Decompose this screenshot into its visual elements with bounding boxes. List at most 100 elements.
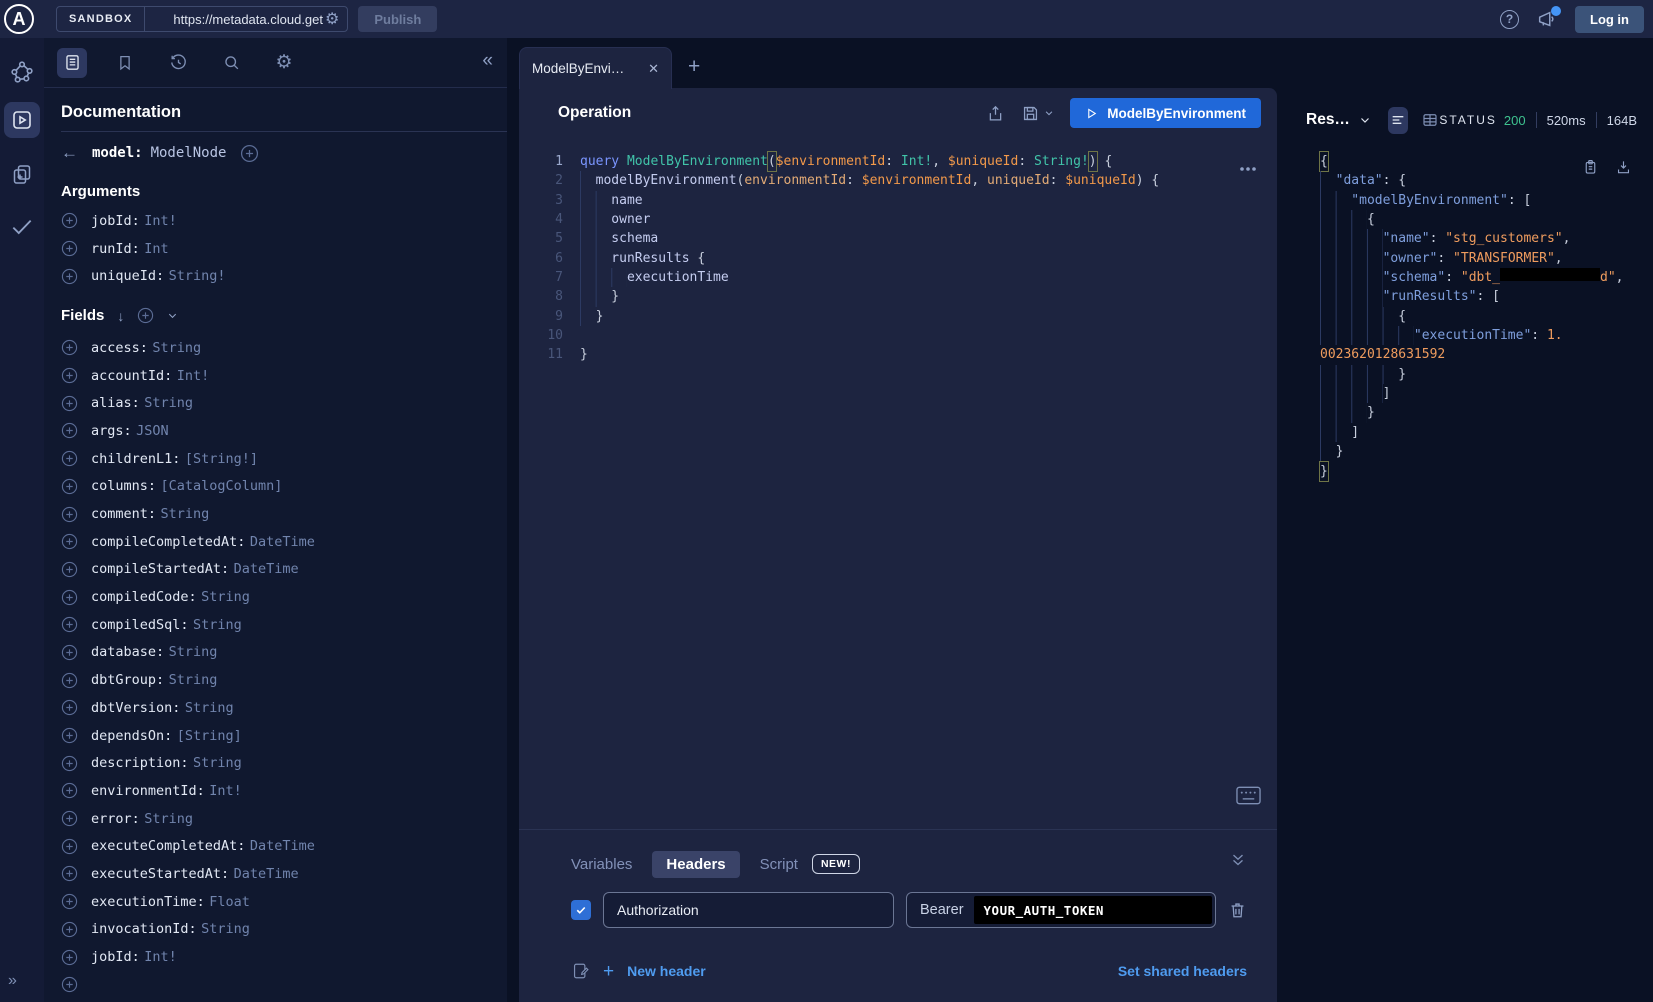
doc-field-row[interactable]: dbtGroup: String	[61, 666, 507, 694]
endpoint-settings-gear-icon[interactable]: ⚙	[323, 9, 347, 29]
doc-field-row[interactable]: dependsOn: [String]	[61, 722, 507, 750]
add-field-icon[interactable]	[61, 240, 78, 257]
documentation-tab-icon[interactable]	[57, 48, 87, 78]
doc-field-row[interactable]: invocationId: String	[61, 916, 507, 944]
doc-field-row[interactable]: compileCompletedAt: DateTime	[61, 528, 507, 556]
field-type-link[interactable]: Int!	[144, 949, 177, 965]
keyboard-shortcuts-icon[interactable]	[1236, 786, 1261, 805]
add-field-icon[interactable]	[61, 672, 78, 689]
share-operation-icon[interactable]	[986, 104, 1005, 123]
field-type-link[interactable]: String	[144, 395, 193, 411]
collapse-request-section-icon[interactable]	[1229, 851, 1247, 869]
doc-field-row[interactable]: executeStartedAt: DateTime	[61, 860, 507, 888]
add-field-icon[interactable]	[61, 422, 78, 439]
add-field-icon[interactable]	[61, 865, 78, 882]
tab-headers[interactable]: Headers	[652, 851, 739, 878]
field-type-link[interactable]: DateTime	[250, 838, 315, 854]
response-dropdown-chevron-icon[interactable]	[1359, 114, 1371, 126]
schema-graph-icon[interactable]	[4, 54, 40, 90]
publish-button[interactable]: Publish	[358, 6, 437, 32]
bookmarks-icon[interactable]	[110, 48, 140, 78]
field-type-link[interactable]: String	[152, 340, 201, 356]
auth-token-value[interactable]: YOUR_AUTH_TOKEN	[974, 896, 1212, 924]
field-type-link[interactable]: DateTime	[234, 866, 299, 882]
field-type-link[interactable]: JSON	[136, 423, 169, 439]
field-type-link[interactable]: Int!	[144, 213, 177, 229]
field-type-link[interactable]: String	[185, 700, 234, 716]
checks-icon[interactable]	[4, 208, 40, 244]
add-field-icon[interactable]	[61, 616, 78, 633]
editor-options-icon[interactable]	[1239, 166, 1257, 172]
field-type-link[interactable]: String	[160, 506, 209, 522]
help-icon[interactable]: ?	[1500, 10, 1519, 29]
tab-script[interactable]: Script	[760, 856, 798, 873]
header-name-input[interactable]: Authorization	[603, 892, 894, 928]
doc-field-row[interactable]: access: String	[61, 334, 507, 362]
field-type-link[interactable]: DateTime	[250, 534, 315, 550]
add-all-fields-icon[interactable]	[240, 144, 259, 163]
save-options-chevron-icon[interactable]	[1044, 108, 1054, 118]
header-value-input[interactable]: Bearer YOUR_AUTH_TOKEN	[906, 892, 1216, 928]
add-field-icon[interactable]	[61, 506, 78, 523]
field-type-link[interactable]: Int!	[177, 368, 210, 384]
doc-field-row[interactable]: comment: String	[61, 500, 507, 528]
add-field-icon[interactable]	[61, 339, 78, 356]
field-type-link[interactable]: String	[169, 672, 218, 688]
doc-field-row[interactable]: columns: [CatalogColumn]	[61, 473, 507, 501]
collapse-panel-icon[interactable]: «	[482, 50, 493, 72]
save-operation-icon[interactable]	[1021, 104, 1040, 123]
doc-field-row[interactable]: compileStartedAt: DateTime	[61, 556, 507, 584]
field-type-link[interactable]: [CatalogColumn]	[160, 478, 282, 494]
add-field-icon[interactable]	[61, 976, 78, 993]
doc-field-row[interactable]: jobId: Int!	[61, 943, 507, 971]
field-type-link[interactable]: Int	[144, 241, 168, 257]
raw-view-toggle-icon[interactable]	[1388, 107, 1408, 134]
tab-variables[interactable]: Variables	[571, 856, 632, 873]
doc-field-row[interactable]: database: String	[61, 639, 507, 667]
field-type-link[interactable]: String	[201, 589, 250, 605]
field-type-link[interactable]: String	[144, 811, 193, 827]
add-field-icon[interactable]	[61, 644, 78, 661]
add-field-icon[interactable]	[61, 561, 78, 578]
add-field-icon[interactable]	[240, 144, 259, 163]
table-view-toggle-icon[interactable]	[1421, 111, 1439, 129]
doc-field-row[interactable]: compiledSql: String	[61, 611, 507, 639]
field-type-link[interactable]: Int!	[209, 783, 242, 799]
doc-field-row[interactable]: executeCompletedAt: DateTime	[61, 832, 507, 860]
add-field-icon[interactable]	[61, 755, 78, 772]
doc-field-row[interactable]: description: String	[61, 749, 507, 777]
field-type-link[interactable]: [String!]	[185, 451, 258, 467]
download-response-icon[interactable]	[1615, 158, 1632, 176]
doc-field-row[interactable]: compiledCode: String	[61, 583, 507, 611]
doc-field-row[interactable]: dbtVersion: String	[61, 694, 507, 722]
endpoint-url[interactable]: https://metadata.cloud.get	[173, 12, 323, 27]
expand-rail-icon[interactable]: »	[8, 972, 15, 990]
add-fields-icon[interactable]	[137, 307, 154, 324]
history-icon[interactable]	[163, 48, 193, 78]
chevron-down-icon[interactable]	[167, 310, 178, 321]
field-type-link[interactable]: [String]	[177, 728, 242, 744]
environment-variables-icon[interactable]	[571, 961, 590, 981]
new-header-button[interactable]: New header	[627, 963, 706, 979]
add-field-icon[interactable]	[61, 367, 78, 384]
add-field-icon[interactable]	[61, 533, 78, 550]
doc-field-row[interactable]	[61, 971, 507, 999]
doc-field-row[interactable]: error: String	[61, 805, 507, 833]
doc-field-row[interactable]: alias: String	[61, 389, 507, 417]
add-field-icon[interactable]	[61, 268, 78, 285]
back-arrow-icon[interactable]: ←	[61, 143, 78, 163]
field-type-link[interactable]: String	[201, 921, 250, 937]
add-field-icon[interactable]	[61, 727, 78, 744]
add-field-icon[interactable]	[61, 782, 78, 799]
field-type-link[interactable]: String!	[169, 268, 226, 284]
add-field-icon[interactable]	[61, 949, 78, 966]
explorer-icon[interactable]	[4, 102, 40, 138]
add-field-icon[interactable]	[61, 810, 78, 827]
doc-field-row[interactable]: executionTime: Float	[61, 888, 507, 916]
graphql-editor[interactable]: 1query ModelByEnvironment($environmentId…	[519, 152, 1277, 365]
breadcrumb-type-link[interactable]: ModelNode	[151, 145, 227, 161]
field-type-link[interactable]: Float	[209, 894, 250, 910]
add-field-icon[interactable]	[61, 838, 78, 855]
doc-field-row[interactable]: environmentId: Int!	[61, 777, 507, 805]
add-field-icon[interactable]	[61, 395, 78, 412]
